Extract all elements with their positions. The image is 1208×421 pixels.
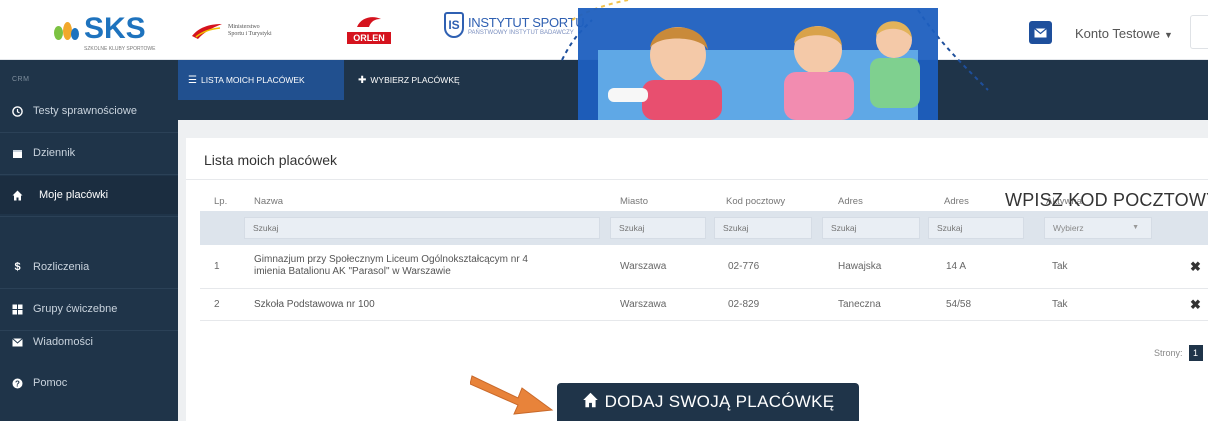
column-header-nazwa[interactable]: Nazwa [254, 196, 283, 207]
home-icon [12, 190, 23, 201]
cell-aktywna: Tak [1052, 261, 1068, 272]
panel-divider [186, 179, 1208, 180]
sidebar-divider [0, 174, 178, 175]
cell-miasto: Warszawa [620, 261, 667, 272]
svg-text:?: ? [15, 379, 20, 388]
cell-adres: Taneczna [838, 299, 881, 310]
filter-adres-input[interactable] [822, 217, 920, 239]
column-header-adres-nr[interactable]: Adres [944, 196, 969, 207]
tab-wybierz-placowke[interactable]: ✚ WYBIERZ PLACÓWKĘ [348, 60, 470, 100]
list-icon: ☰ [188, 74, 197, 86]
sidebar-divider [0, 216, 178, 217]
sidebar-item-label: Pomoc [33, 377, 68, 389]
sks-logo-tagline: SZKOLNE KLUBY SPORTOWE [84, 46, 156, 52]
dollar-icon: $ [14, 261, 21, 273]
ministry-line-2: Sportu i Turystyki [228, 31, 272, 37]
cell-nazwa: Gimnazjum przy Społecznym Liceum Ogólnok… [254, 254, 614, 278]
messages-button[interactable] [1029, 21, 1052, 44]
instytut-shield-icon: IS [444, 12, 464, 38]
cell-aktywna: Tak [1052, 299, 1068, 310]
caret-down-icon: ▼ [1132, 224, 1139, 231]
filter-nazwa-input[interactable] [244, 217, 600, 239]
cell-nazwa-line-1: Gimnazjum przy Społecznym Liceum Ogólnok… [254, 254, 528, 265]
sidebar-item-dziennik[interactable]: Dziennik [0, 134, 178, 172]
column-header-kod-pocztowy[interactable]: Kod pocztowy [726, 196, 785, 207]
cell-adres: Hawajska [838, 261, 882, 272]
ministry-swoosh-icon [192, 24, 222, 39]
sidebar-item-wiadomosci[interactable]: Wiadomości [0, 323, 178, 361]
add-facility-button[interactable]: DODAJ SWOJĄ PLACÓWKĘ [557, 383, 859, 421]
sidebar: CRM Testy sprawnościowe Dziennik Moje pl… [0, 60, 178, 421]
sidebar-item-label: Grupy ćwiczebne [33, 303, 118, 315]
plus-icon: ✚ [358, 74, 367, 86]
instruction-heading: WPISZ KOD POCZTOWY [1005, 190, 1208, 210]
cell-lp: 1 [214, 261, 220, 272]
delete-icon[interactable]: ✖ [1190, 259, 1201, 275]
column-header-miasto[interactable]: Miasto [620, 196, 648, 207]
envelope-icon [1034, 27, 1047, 37]
hero-children-banner [558, 0, 998, 120]
sks-figures-icon [52, 16, 80, 44]
pagination-label: Strony: [1154, 348, 1183, 358]
sidebar-item-pomoc[interactable]: ? Pomoc [0, 364, 178, 402]
ministry-line-1: Ministerstwo [228, 24, 260, 30]
page-button[interactable]: 1 [1188, 345, 1203, 361]
grid-icon [12, 304, 23, 315]
sidebar-divider [0, 288, 178, 289]
filter-miasto-input[interactable] [610, 217, 706, 239]
envelope-icon [12, 337, 23, 348]
sidebar-item-label: Moje placówki [39, 189, 109, 201]
sidebar-section-label: CRM [12, 76, 30, 83]
cell-lp: 2 [214, 299, 220, 310]
tab-lista-moich-placowek[interactable]: ☰ LISTA MOICH PLACÓWEK [178, 60, 344, 100]
orlen-logo: ORLEN [347, 15, 391, 45]
sidebar-item-moje-placowki[interactable]: Moje placówki [0, 176, 178, 214]
add-facility-label: DODAJ SWOJĄ PLACÓWKĘ [604, 392, 835, 411]
cell-miasto: Warszawa [620, 299, 667, 310]
sks-logo[interactable]: SKS SZKOLNE KLUBY SPORTOWE [52, 12, 155, 52]
sidebar-item-label: Rozliczenia [33, 261, 90, 273]
table-row[interactable]: 1 Gimnazjum przy Społecznym Liceum Ogóln… [200, 245, 1208, 289]
orange-arrow-icon [470, 375, 554, 415]
cell-nazwa: Szkoła Podstawowa nr 100 [254, 299, 375, 310]
user-account-name: Konto Testowe [1075, 26, 1161, 41]
orlen-logo-text: ORLEN [347, 32, 391, 44]
sidebar-item-label: Wiadomości [33, 336, 93, 348]
caret-down-icon: ▼ [1164, 30, 1173, 40]
orlen-eagle-icon [357, 17, 381, 27]
page-title: Lista moich placówek [204, 152, 338, 168]
column-header-lp[interactable]: Lp. [214, 196, 227, 207]
delete-icon[interactable]: ✖ [1190, 297, 1201, 313]
filter-aktywna-select[interactable]: Wybierz ▼ [1044, 217, 1152, 239]
home-icon [582, 392, 599, 413]
sks-logo-text: SKS [84, 12, 146, 45]
hero-illustration [561, 0, 989, 120]
cell-nazwa-line-2: imienia Batalionu AK "Parasol" w Warszaw… [254, 266, 451, 277]
tab-label: WYBIERZ PLACÓWKĘ [370, 75, 460, 85]
filter-adres-nr-input[interactable] [928, 217, 1024, 239]
column-header-adres[interactable]: Adres [838, 196, 863, 207]
user-account-menu[interactable]: Konto Testowe ▼ [1075, 26, 1173, 41]
cell-kod: 02-829 [728, 299, 760, 310]
sidebar-item-rozliczenia[interactable]: $ Rozliczenia [0, 248, 178, 286]
cell-adres-nr: 54/58 [946, 299, 972, 310]
clock-icon [12, 105, 23, 117]
cell-adres-nr: 14 A [946, 261, 967, 272]
header-corner-button[interactable] [1190, 15, 1208, 49]
question-icon: ? [12, 378, 23, 389]
sidebar-divider [0, 132, 178, 133]
ministry-logo: Ministerstwo Sportu i Turystyki [190, 22, 288, 40]
sidebar-item-label: Dziennik [33, 147, 76, 159]
calendar-icon [12, 148, 23, 159]
tab-label: LISTA MOICH PLACÓWEK [200, 75, 305, 85]
placowki-panel: Lista moich placówek Lp. Nazwa Miasto Ko… [186, 138, 1208, 421]
sidebar-item-testy[interactable]: Testy sprawnościowe [0, 92, 178, 130]
sidebar-item-label: Testy sprawnościowe [33, 105, 137, 117]
filter-kod-input[interactable] [714, 217, 812, 239]
cell-kod: 02-776 [728, 261, 760, 272]
pagination: Strony: 1 [1154, 345, 1203, 361]
table-row[interactable]: 2 Szkoła Podstawowa nr 100 Warszawa 02-8… [200, 289, 1208, 321]
select-value: Wybierz [1053, 223, 1084, 233]
